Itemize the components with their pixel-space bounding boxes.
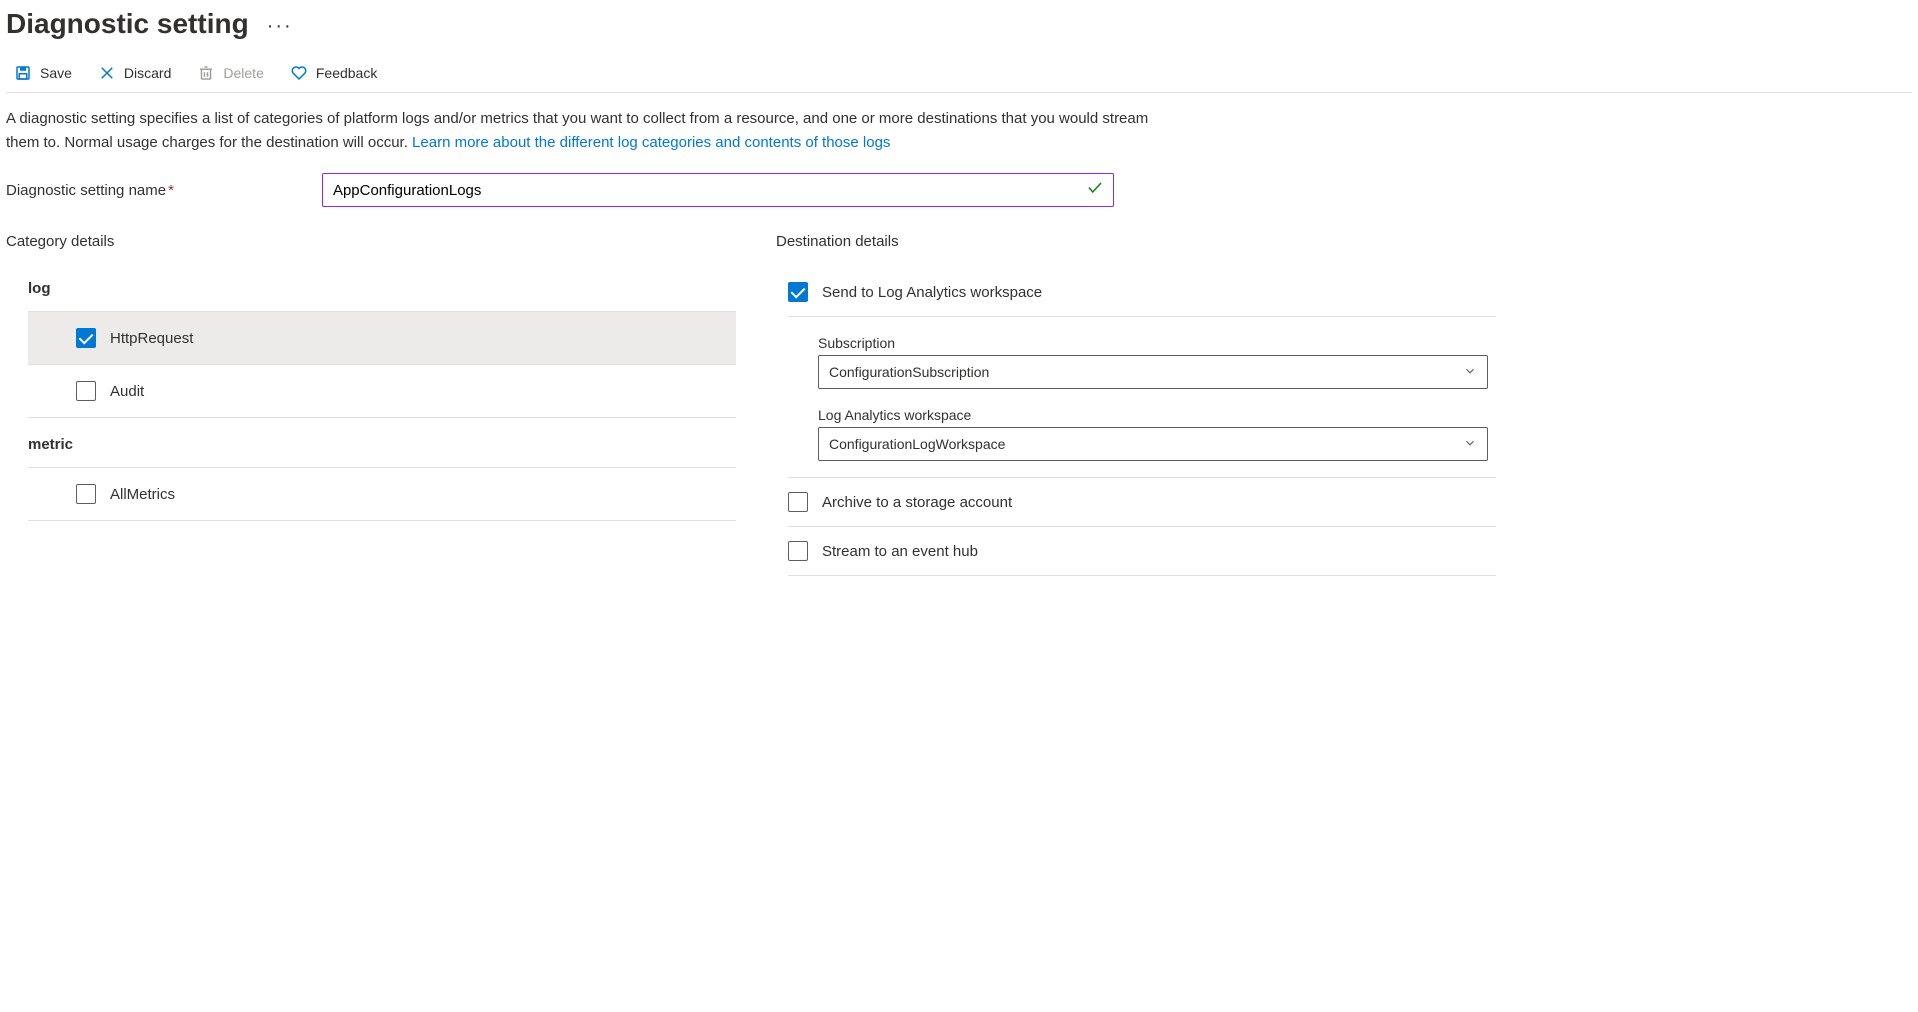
discard-label: Discard xyxy=(124,65,171,81)
audit-checkbox[interactable] xyxy=(76,381,96,401)
discard-button[interactable]: Discard xyxy=(98,64,171,82)
save-icon xyxy=(14,64,32,82)
log-section-title: log xyxy=(28,268,736,312)
allmetrics-checkbox[interactable] xyxy=(76,484,96,504)
workspace-dropdown[interactable]: ConfigurationLogWorkspace xyxy=(818,427,1488,461)
save-label: Save xyxy=(40,65,72,81)
required-asterisk: * xyxy=(168,182,174,199)
dest-eventhub-row[interactable]: Stream to an event hub xyxy=(788,527,1496,576)
dest-log-analytics-row[interactable]: Send to Log Analytics workspace xyxy=(788,268,1496,317)
log-row-httprequest[interactable]: HttpRequest xyxy=(28,312,736,365)
delete-button: Delete xyxy=(197,64,263,82)
metric-section-title: metric xyxy=(28,424,736,468)
save-button[interactable]: Save xyxy=(14,64,72,82)
subscription-label: Subscription xyxy=(818,335,1496,351)
delete-label: Delete xyxy=(223,65,263,81)
more-menu-icon[interactable]: ··· xyxy=(267,15,293,52)
httprequest-checkbox[interactable] xyxy=(76,328,96,348)
eventhub-label: Stream to an event hub xyxy=(822,543,978,560)
eventhub-checkbox[interactable] xyxy=(788,541,808,561)
feedback-label: Feedback xyxy=(316,65,377,81)
feedback-button[interactable]: Feedback xyxy=(290,64,377,82)
heart-icon xyxy=(290,64,308,82)
dest-storage-row[interactable]: Archive to a storage account xyxy=(788,478,1496,527)
toolbar: Save Discard Delete Feedback xyxy=(6,58,1912,93)
page-title: Diagnostic setting xyxy=(6,8,249,40)
setting-name-input[interactable] xyxy=(322,173,1114,207)
log-analytics-subform: Subscription ConfigurationSubscription L… xyxy=(788,317,1496,478)
allmetrics-label: AllMetrics xyxy=(110,486,175,503)
check-icon xyxy=(1086,179,1104,202)
description: A diagnostic setting specifies a list of… xyxy=(6,107,1166,155)
log-analytics-label: Send to Log Analytics workspace xyxy=(822,284,1042,301)
learn-more-link[interactable]: Learn more about the different log categ… xyxy=(412,134,890,151)
trash-icon xyxy=(197,64,215,82)
audit-label: Audit xyxy=(110,383,144,400)
storage-checkbox[interactable] xyxy=(788,492,808,512)
log-row-audit[interactable]: Audit xyxy=(28,365,736,418)
destination-details-title: Destination details xyxy=(776,233,1496,250)
setting-name-label: Diagnostic setting name* xyxy=(6,182,174,199)
chevron-down-icon xyxy=(1463,436,1477,453)
category-details-title: Category details xyxy=(6,233,736,250)
chevron-down-icon xyxy=(1463,364,1477,381)
log-analytics-checkbox[interactable] xyxy=(788,282,808,302)
close-icon xyxy=(98,64,116,82)
metric-row-allmetrics[interactable]: AllMetrics xyxy=(28,468,736,521)
httprequest-label: HttpRequest xyxy=(110,330,193,347)
workspace-value: ConfigurationLogWorkspace xyxy=(829,436,1005,452)
subscription-dropdown[interactable]: ConfigurationSubscription xyxy=(818,355,1488,389)
subscription-value: ConfigurationSubscription xyxy=(829,364,989,380)
storage-label: Archive to a storage account xyxy=(822,494,1012,511)
workspace-label: Log Analytics workspace xyxy=(818,407,1496,423)
